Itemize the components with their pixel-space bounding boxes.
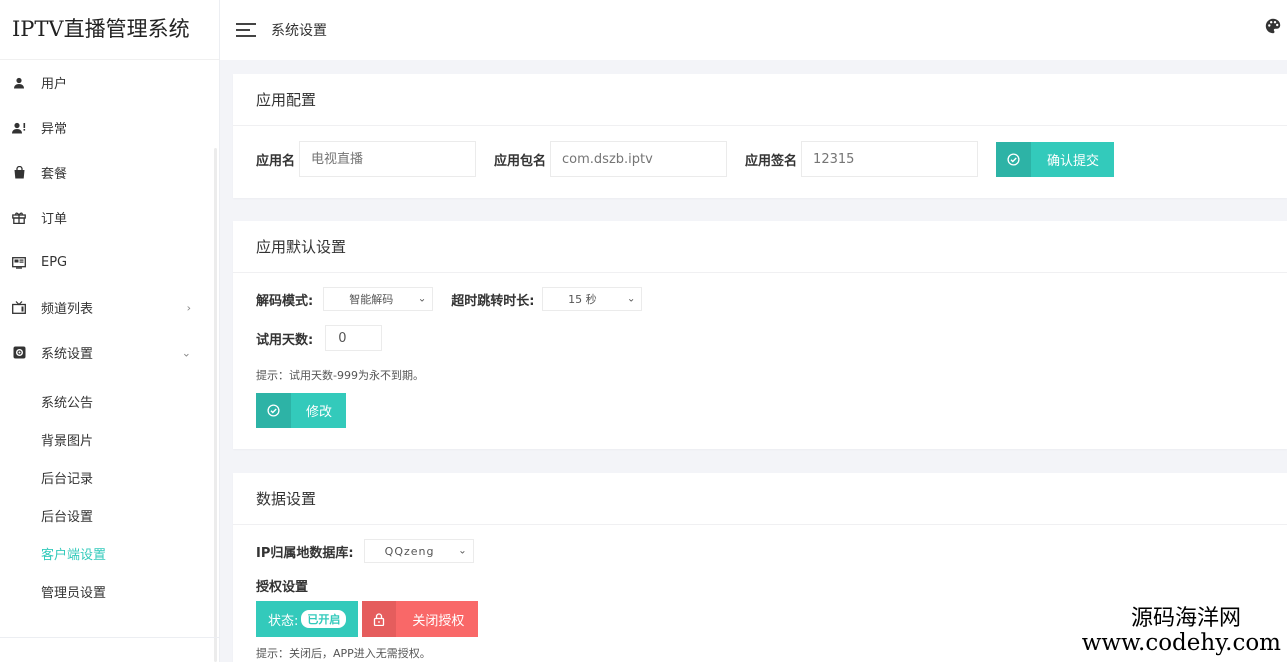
sidebar: IPTV直播管理系统 用户 异常 套餐 订单 EPG 频道列表 › 系统设置 ⌄… [0,0,220,662]
subnav-item-admin-settings[interactable]: 后台设置 [0,499,219,537]
trial-tip: 提示：试用天数-999为永不到期。 [256,369,424,382]
menu-toggle-icon[interactable] [236,23,256,37]
palette-icon[interactable] [1265,18,1281,34]
decode-mode-label: 解码模式: [256,293,314,309]
app-title: IPTV直播管理系统 [0,0,219,60]
subnav-item-manager-settings[interactable]: 管理员设置 [0,575,219,613]
sidebar-item-channels[interactable]: 频道列表 › [0,285,219,330]
check-circle-icon [996,141,1032,177]
chevron-right-icon: › [186,301,191,314]
sidebar-subnav: 系统公告 背景图片 后台记录 后台设置 客户端设置 管理员设置 [0,375,219,613]
auth-settings-title: 授权设置 [256,580,309,595]
watermark-line1: 源码海洋网 [1130,605,1241,631]
auth-status-button[interactable]: 状态: 已开启 [256,601,359,637]
check-circle-icon [256,393,291,428]
sidebar-item-exceptions[interactable]: 异常 [0,105,219,150]
sidebar-item-packages[interactable]: 套餐 [0,150,219,195]
chevron-down-icon: ⌄ [417,293,427,305]
card-title: 数据设置 [233,473,1287,525]
user-alert-icon [12,121,26,135]
button-label: 关闭授权 [412,613,465,629]
sidebar-divider [0,637,219,638]
package-name-label: 应用包名 [494,153,547,169]
sidebar-item-label: 套餐 [41,167,68,182]
modify-button[interactable]: 修改 [256,393,347,428]
subnav-item-backgrounds[interactable]: 背景图片 [0,423,219,461]
select-value: QQzeng [384,544,435,558]
bag-icon [12,166,26,180]
trial-days-label: 试用天数: [256,332,314,348]
tv-icon [12,301,26,315]
confirm-submit-button[interactable]: 确认提交 [996,141,1115,177]
app-name-input[interactable] [299,141,477,177]
sidebar-item-epg[interactable]: EPG [0,240,219,285]
app-signature-label: 应用签名 [745,153,798,169]
watermark: 源码海洋网 www.codehy.com [1081,605,1281,656]
card-title: 应用配置 [233,74,1287,126]
sidebar-item-system-settings[interactable]: 系统设置 ⌄ [0,330,219,375]
close-auth-button[interactable]: 关闭授权 [362,601,479,637]
package-name-input[interactable] [550,141,728,177]
sidebar-item-label: 异常 [41,122,68,137]
top-header: 系统设置 [220,0,1287,60]
sidebar-item-label: 用户 [41,77,68,92]
user-icon [12,76,26,90]
trial-days-input[interactable] [325,325,383,351]
chevron-down-icon: ⌄ [458,545,467,557]
subnav-item-client-settings[interactable]: 客户端设置 [0,537,219,575]
lock-icon [362,601,397,637]
select-value: 智能解码 [349,293,394,306]
sidebar-item-label: 订单 [41,212,68,227]
sidebar-scrollbar[interactable] [214,148,217,662]
chevron-down-icon: ⌄ [627,293,636,305]
button-label: 修改 [306,405,333,420]
settings-icon [12,346,26,360]
ip-database-select[interactable]: QQzeng ⌄ [363,539,474,563]
watermark-line2: www.codehy.com [1081,629,1281,656]
sidebar-item-label: 系统设置 [41,347,94,362]
sidebar-item-users[interactable]: 用户 [0,60,219,105]
epg-icon [12,256,26,270]
subnav-item-announcements[interactable]: 系统公告 [0,385,219,423]
app-signature-input[interactable] [801,141,979,177]
gift-icon [12,211,26,225]
subnav-item-admin-logs[interactable]: 后台记录 [0,461,219,499]
default-settings-card: 应用默认设置 解码模式: 智能解码 ⌄ 超时跳转时长: 15 秒 ⌄ 试用天数:… [233,221,1287,449]
app-name-label: 应用名 [256,153,296,169]
status-label: 状态: [268,613,299,629]
sidebar-nav: 用户 异常 套餐 订单 EPG 频道列表 › 系统设置 ⌄ [0,60,219,375]
sidebar-item-label: EPG [41,255,68,270]
select-value: 15 秒 [568,293,597,306]
app-config-card: 应用配置 应用名 应用包名 应用签名 确认提交 [233,74,1287,198]
ip-database-label: IP归属地数据库: [256,545,354,561]
timeout-label: 超时跳转时长: [451,293,535,309]
card-title: 应用默认设置 [233,221,1287,273]
page-title: 系统设置 [271,23,327,39]
timeout-select[interactable]: 15 秒 ⌄ [542,287,643,311]
status-badge: 已开启 [301,610,347,628]
sidebar-item-label: 频道列表 [41,302,94,317]
decode-mode-select[interactable]: 智能解码 ⌄ [323,287,434,311]
button-label: 确认提交 [1047,153,1100,169]
sidebar-item-orders[interactable]: 订单 [0,195,219,240]
chevron-down-icon: ⌄ [181,346,191,359]
